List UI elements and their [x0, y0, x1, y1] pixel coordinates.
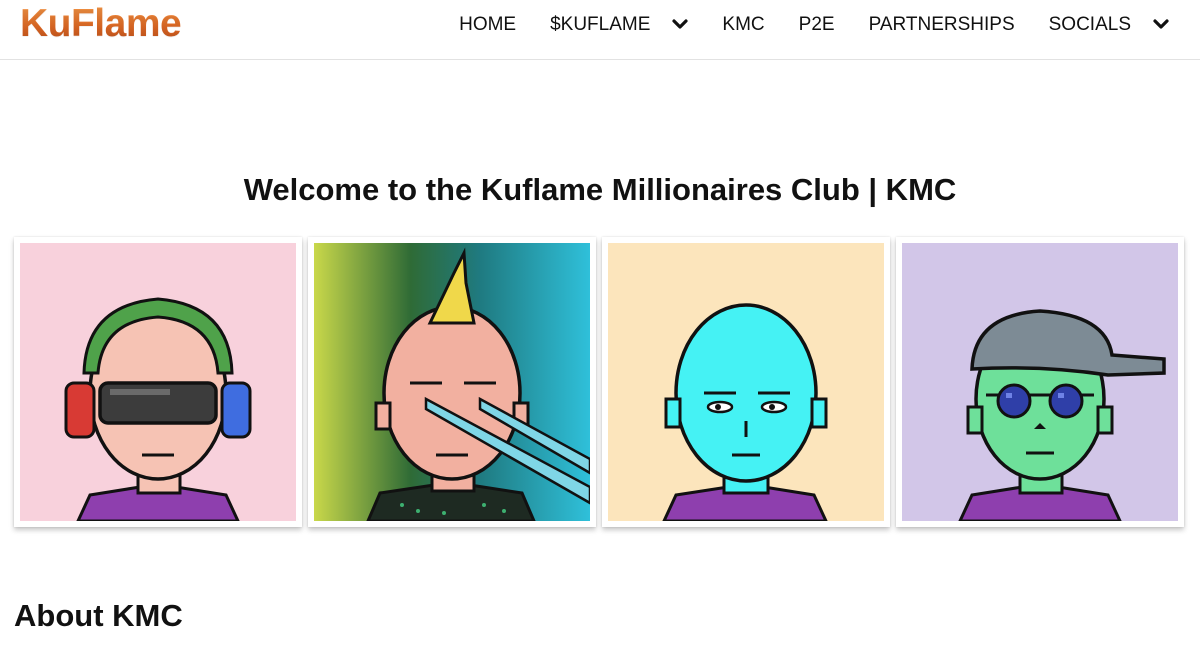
avatar-card[interactable]	[896, 237, 1184, 527]
nav-item-label: PARTNERSHIPS	[868, 14, 1015, 35]
about-heading: About KMC	[14, 598, 183, 633]
kuflame-logo[interactable]: KuFlame	[20, 2, 182, 46]
nav-item-kmc[interactable]: KMC	[705, 14, 781, 36]
nav-item-label: HOME	[459, 14, 517, 35]
avatar-card[interactable]	[308, 237, 596, 527]
nav-item-label: $KUFLAME	[550, 14, 651, 35]
avatar-card[interactable]	[14, 237, 302, 527]
avatar-cyan-image	[608, 243, 884, 521]
nav-item-label: SOCIALS	[1048, 14, 1131, 35]
nav-item-label: KMC	[722, 14, 765, 35]
nav-item-socials[interactable]: SOCIALS	[1032, 14, 1186, 36]
nav-item-home[interactable]: HOME	[442, 14, 533, 36]
page-title: Welcome to the Kuflame Millionaires Club…	[243, 172, 957, 207]
avatar-cap-sunglasses-image	[902, 243, 1178, 521]
avatar-card[interactable]	[602, 237, 890, 527]
chevron-down-icon[interactable]	[672, 19, 689, 31]
nav-item-kuflame-token[interactable]: $KUFLAME	[533, 14, 705, 36]
nav-item-label: P2E	[798, 14, 835, 35]
chevron-down-icon[interactable]	[1153, 19, 1169, 31]
nav-item-p2e[interactable]: P2E	[782, 14, 852, 36]
avatar-laser-eyes-image	[314, 243, 590, 521]
avatar-vr-headset-image	[20, 243, 296, 521]
nav-item-partnerships[interactable]: PARTNERSHIPS	[852, 14, 1032, 36]
top-navbar: KuFlame HOME $KUFLAME KMC P2E PARTNERSHI…	[0, 0, 1200, 60]
avatar-gallery	[14, 237, 1188, 531]
main-nav: HOME $KUFLAME KMC P2E PARTNERSHIPS SOCIA…	[442, 0, 1186, 50]
